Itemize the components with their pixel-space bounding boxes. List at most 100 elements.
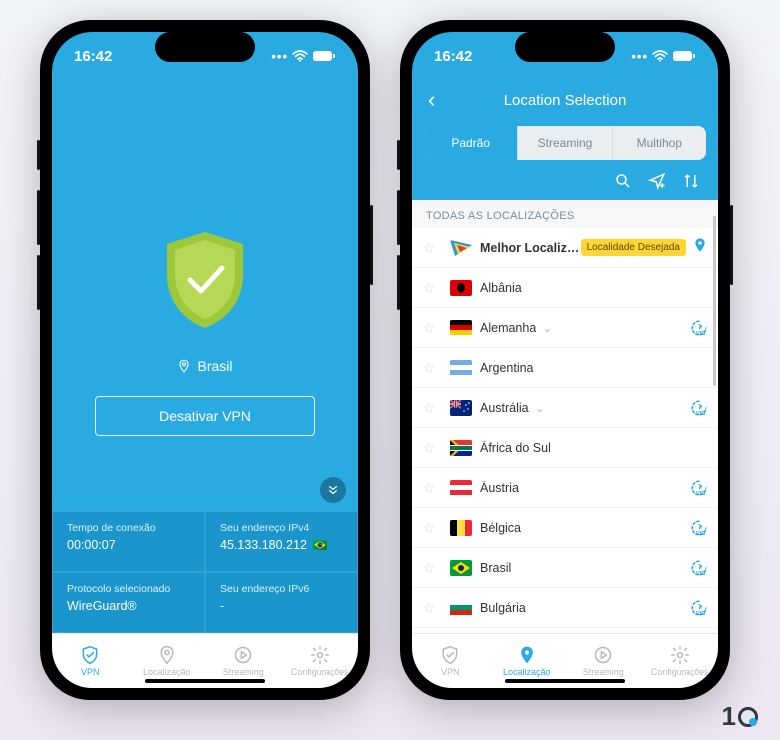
chevron-double-down-icon [326, 483, 340, 497]
flag-australia-icon [450, 400, 472, 416]
favorite-star-icon[interactable]: ☆ [422, 319, 442, 337]
location-list[interactable]: TODAS AS LOCALIZAÇÕES ☆ Melhor Localiza.… [412, 200, 718, 633]
row-bulgaria[interactable]: ☆ Bulgária 10G [412, 588, 718, 628]
vpn-main-panel: Brasil Desativar VPN Tempo de conexão 00… [52, 80, 358, 633]
play-circle-icon [593, 645, 613, 665]
flag-south-africa-icon [450, 440, 472, 456]
cellular-icon: ••• [271, 49, 288, 64]
ten-gig-badge: 10G [690, 479, 708, 497]
row-albania[interactable]: ☆ Albânia [412, 268, 718, 308]
pin-icon [517, 645, 537, 665]
cellular-icon: ••• [631, 49, 648, 64]
favorite-star-icon[interactable]: ☆ [422, 439, 442, 457]
notch [155, 32, 255, 62]
pin-icon [157, 645, 177, 665]
cell-protocol: Protocolo selecionado WireGuard® [52, 572, 205, 633]
section-header: TODAS AS LOCALIZAÇÕES [412, 200, 718, 228]
expand-info-button[interactable] [320, 477, 346, 503]
row-belgium[interactable]: ☆ Bélgica 10G [412, 508, 718, 548]
segment-multihop[interactable]: Multihop [613, 126, 706, 160]
chevron-down-icon: ⌄ [535, 401, 545, 415]
status-time: 16:42 [74, 48, 112, 65]
favorite-star-icon[interactable]: ☆ [422, 359, 442, 377]
tab-vpn[interactable]: VPN [52, 634, 129, 688]
row-austria[interactable]: ☆ Áustria 10G [412, 468, 718, 508]
favorite-star-icon[interactable]: ☆ [422, 479, 442, 497]
disable-vpn-button[interactable]: Desativar VPN [95, 396, 315, 436]
scrollbar[interactable] [713, 216, 716, 386]
watermark-logo: 1 [722, 701, 758, 732]
row-australia[interactable]: ☆ Austrália ⌄ 10G [412, 388, 718, 428]
svg-text:10G: 10G [695, 610, 705, 616]
flag-brazil-icon: 🇧🇷 [313, 538, 328, 552]
favorite-star-icon[interactable]: ☆ [422, 519, 442, 537]
shield-check-icon [80, 645, 100, 665]
best-location-icon [450, 240, 472, 256]
row-brazil[interactable]: ☆ Brasil 10G [412, 548, 718, 588]
wifi-icon [652, 50, 668, 62]
favorite-star-icon[interactable]: ☆ [422, 239, 442, 257]
home-indicator[interactable] [505, 679, 625, 683]
flag-germany-icon [450, 320, 472, 336]
current-location[interactable]: Brasil [177, 358, 232, 374]
location-label: Brasil [197, 358, 232, 374]
flag-bulgaria-icon [450, 600, 472, 616]
svg-text:10G: 10G [695, 530, 705, 536]
row-argentina[interactable]: ☆ Argentina [412, 348, 718, 388]
flag-austria-icon [450, 480, 472, 496]
favorite-star-icon[interactable]: ☆ [422, 599, 442, 617]
connection-info-grid: Tempo de conexão 00:00:07 Seu endereço I… [52, 511, 358, 633]
pin-icon [177, 359, 191, 373]
play-circle-icon [233, 645, 253, 665]
chevron-down-icon: ⌄ [542, 321, 552, 335]
battery-icon [312, 50, 336, 62]
gear-icon [310, 645, 330, 665]
search-icon[interactable] [614, 172, 632, 190]
flag-brazil-icon [450, 560, 472, 576]
sort-icon[interactable] [682, 172, 700, 190]
svg-text:10G: 10G [695, 490, 705, 496]
back-button[interactable]: ‹ [428, 87, 435, 113]
notch [515, 32, 615, 62]
tab-settings[interactable]: Configurações [642, 634, 719, 688]
segment-streaming[interactable]: Streaming [518, 126, 612, 160]
page-title: Location Selection [424, 92, 706, 109]
ten-gig-badge: 10G [690, 319, 708, 337]
flag-belgium-icon [450, 520, 472, 536]
gear-icon [670, 645, 690, 665]
row-germany[interactable]: ☆ Alemanha ⌄ 10G [412, 308, 718, 348]
ten-gig-badge: 10G [690, 519, 708, 537]
svg-text:10G: 10G [695, 410, 705, 416]
battery-icon [672, 50, 696, 62]
ten-gig-badge: 10G [690, 559, 708, 577]
favorite-star-icon[interactable]: ☆ [422, 399, 442, 417]
segment-control: Padrão Streaming Multihop [424, 126, 706, 160]
tab-settings[interactable]: Configurações [282, 634, 359, 688]
segment-standard[interactable]: Padrão [424, 126, 518, 160]
favorite-star-icon[interactable]: ☆ [422, 279, 442, 297]
pin-filled-icon[interactable] [692, 237, 708, 258]
svg-text:10G: 10G [695, 330, 705, 336]
home-indicator[interactable] [145, 679, 265, 683]
cell-ipv6: Seu endereço IPv6 - [205, 572, 358, 633]
location-header: ‹ Location Selection Padrão Streaming Mu… [412, 80, 718, 200]
shield-connected-icon [160, 230, 250, 330]
cell-ipv4: Seu endereço IPv4 45.133.180.212🇧🇷 [205, 511, 358, 572]
wifi-icon [292, 50, 308, 62]
flag-albania-icon [450, 280, 472, 296]
tab-vpn[interactable]: VPN [412, 634, 489, 688]
favorite-star-icon[interactable]: ☆ [422, 559, 442, 577]
ten-gig-badge: 10G [690, 399, 708, 417]
flag-argentina-icon [450, 360, 472, 376]
location-arrow-add-icon[interactable] [648, 172, 666, 190]
row-south-africa[interactable]: ☆ África do Sul [412, 428, 718, 468]
cell-connection-time: Tempo de conexão 00:00:07 [52, 511, 205, 572]
shield-check-icon [440, 645, 460, 665]
status-time: 16:42 [434, 48, 472, 65]
desired-location-badge: Localidade Desejada [581, 239, 686, 256]
row-best-location[interactable]: ☆ Melhor Localiza... Localidade Desejada [412, 228, 718, 268]
ten-gig-badge: 10G [690, 599, 708, 617]
phone-locations: 16:42 ••• ‹ Location Selection Padrão St… [400, 20, 730, 700]
svg-text:10G: 10G [695, 570, 705, 576]
phone-vpn: 16:42 ••• [40, 20, 370, 700]
